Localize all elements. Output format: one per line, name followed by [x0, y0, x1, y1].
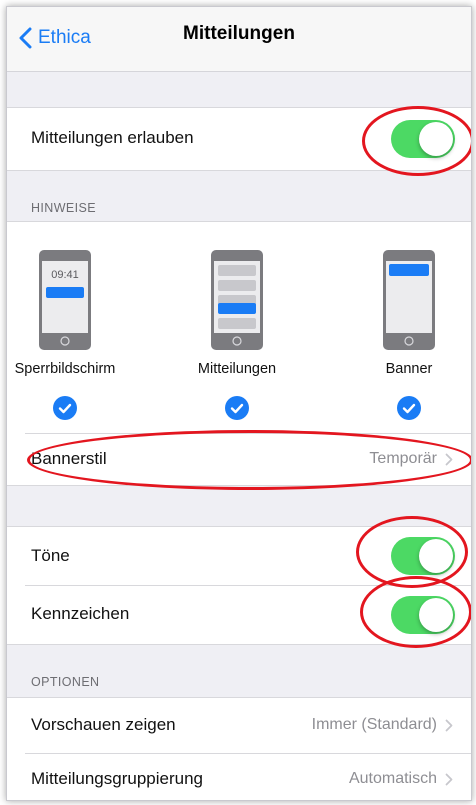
toggle-knob	[419, 122, 453, 156]
alert-styles-panel: 09:41 Sperrbildschirm Mitteilungen Banne…	[7, 222, 471, 485]
alert-style-label: Sperrbildschirm	[14, 361, 116, 377]
lock-screen-phone-icon[interactable]: 09:41	[39, 250, 91, 350]
toggle-knob	[419, 539, 453, 573]
divider	[7, 170, 471, 171]
section-header-options: OPTIONEN	[31, 675, 100, 689]
previews-row[interactable]: Vorschauen zeigen Immer (Standard)	[7, 698, 471, 753]
banner-phone-icon[interactable]	[383, 250, 435, 350]
lock-screen-checkbox[interactable]	[53, 396, 77, 420]
divider	[7, 644, 471, 645]
divider	[7, 485, 471, 486]
previews-label: Vorschauen zeigen	[31, 715, 176, 734]
banner-style-value: Temporär	[369, 450, 437, 467]
chevron-right-icon	[445, 719, 453, 732]
sounds-toggle[interactable]	[391, 537, 455, 575]
banner-style-row[interactable]: Bannerstil Temporär	[7, 434, 471, 484]
navigation-bar: Ethica Mitteilungen	[7, 7, 471, 72]
allow-notifications-row: Mitteilungen erlauben	[7, 108, 471, 170]
sounds-badges-group: Töne Kennzeichen	[7, 527, 471, 644]
notification-center-checkbox[interactable]	[225, 396, 249, 420]
lock-screen-time: 09:41	[51, 269, 79, 281]
sounds-row: Töne	[7, 527, 471, 585]
grouping-row[interactable]: Mitteilungsgruppierung Automatisch	[7, 754, 471, 800]
allow-notifications-label: Mitteilungen erlauben	[31, 128, 194, 147]
checkmark-icon	[230, 403, 244, 414]
grouping-label: Mitteilungsgruppierung	[31, 769, 203, 788]
alert-style-label: Banner	[385, 361, 433, 377]
previews-value: Immer (Standard)	[311, 716, 437, 733]
checkmark-icon	[58, 403, 72, 414]
settings-screen: Ethica Mitteilungen Mitteilungen erlaube…	[6, 6, 472, 801]
badges-toggle[interactable]	[391, 596, 455, 634]
toggle-knob	[419, 598, 453, 632]
allow-notifications-toggle[interactable]	[391, 120, 455, 158]
chevron-right-icon	[445, 453, 453, 466]
badges-label: Kennzeichen	[31, 604, 130, 623]
chevron-right-icon	[445, 773, 453, 786]
banner-style-label: Bannerstil	[31, 449, 107, 468]
banner-checkbox[interactable]	[397, 396, 421, 420]
badges-row: Kennzeichen	[7, 586, 471, 644]
sounds-label: Töne	[31, 546, 70, 565]
alert-style-label: Mitteilungen	[197, 361, 277, 377]
section-header-alerts: HINWEISE	[31, 201, 97, 215]
options-group: Vorschauen zeigen Immer (Standard) Mitte…	[7, 698, 471, 800]
grouping-value: Automatisch	[348, 770, 437, 787]
page-title: Mitteilungen	[183, 23, 295, 44]
checkmark-icon	[402, 403, 416, 414]
notification-center-phone-icon[interactable]	[211, 250, 263, 350]
